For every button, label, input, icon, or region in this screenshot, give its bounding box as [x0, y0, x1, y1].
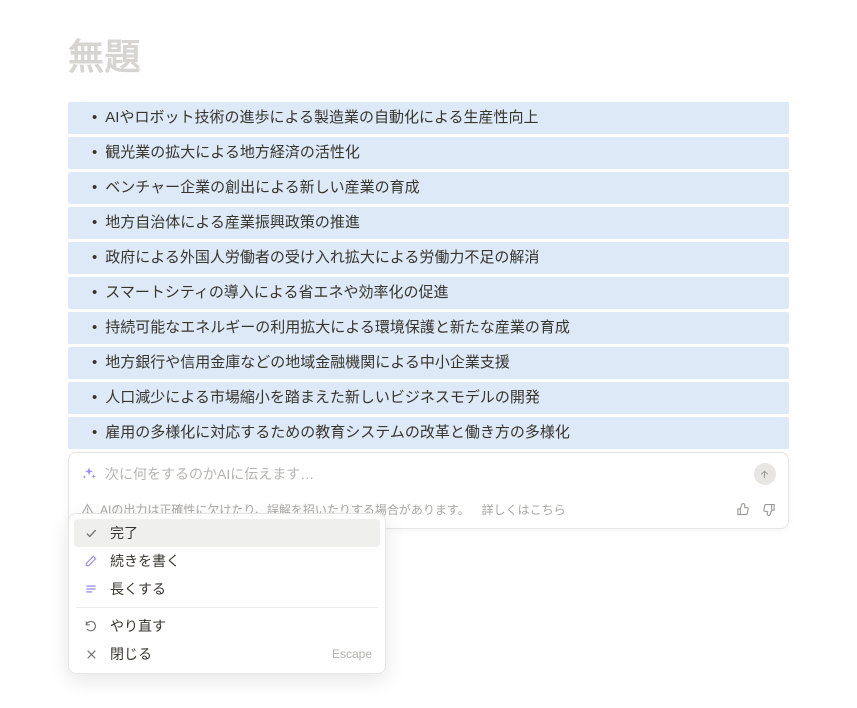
bullet-icon: •	[92, 316, 97, 340]
bullet-icon: •	[92, 176, 97, 200]
bullet-text: 政府による外国人労働者の受け入れ拡大による労働力不足の解消	[105, 246, 539, 270]
ai-action-menu: 完了 続きを書く 長くする やり直す 閉じる Escape	[68, 513, 386, 674]
ai-learn-more-link[interactable]: 詳しくはこちら	[482, 501, 566, 518]
bullet-icon: •	[92, 386, 97, 410]
bullet-text: スマートシティの導入による省エネや効率化の促進	[105, 281, 448, 305]
menu-shortcut: Escape	[332, 647, 372, 661]
menu-item-label: 長くする	[110, 579, 166, 599]
list-item[interactable]: • ベンチャー企業の創出による新しい産業の育成	[68, 172, 789, 204]
ai-feedback	[736, 502, 776, 517]
bullet-text: AIやロボット技術の進歩による製造業の自動化による生産性向上	[105, 106, 538, 130]
list-item[interactable]: • 持続可能なエネルギーの利用拡大による環境保護と新たな産業の育成	[68, 312, 789, 344]
menu-item-retry[interactable]: やり直す	[74, 612, 380, 640]
pencil-icon	[82, 554, 100, 568]
bullet-text: 雇用の多様化に対応するための教育システムの改革と働き方の多様化	[105, 421, 570, 445]
thumbs-up-button[interactable]	[736, 502, 751, 517]
lines-icon	[82, 582, 100, 596]
bullet-text: 地方自治体による産業振興政策の推進	[105, 211, 360, 235]
list-item[interactable]: • 地方自治体による産業振興政策の推進	[68, 207, 789, 239]
bullet-icon: •	[92, 141, 97, 165]
close-icon	[82, 648, 100, 661]
list-item[interactable]: • スマートシティの導入による省エネや効率化の促進	[68, 277, 789, 309]
check-icon	[82, 526, 100, 540]
menu-item-label: やり直す	[110, 616, 166, 636]
menu-item-longer[interactable]: 長くする	[74, 575, 380, 603]
menu-item-label: 完了	[110, 523, 138, 543]
ai-input[interactable]	[105, 466, 754, 482]
menu-item-continue[interactable]: 続きを書く	[74, 547, 380, 575]
thumbs-down-button[interactable]	[761, 502, 776, 517]
menu-separator	[76, 607, 378, 608]
bullet-icon: •	[92, 106, 97, 130]
bullet-icon: •	[92, 211, 97, 235]
list-item[interactable]: • 観光業の拡大による地方経済の活性化	[68, 137, 789, 169]
list-item[interactable]: • AIやロボット技術の進歩による製造業の自動化による生産性向上	[68, 102, 789, 134]
bullet-icon: •	[92, 246, 97, 270]
bullet-text: 観光業の拡大による地方経済の活性化	[105, 141, 360, 165]
ai-input-row	[69, 453, 788, 493]
sparkle-icon	[81, 466, 97, 482]
bullet-text: 持続可能なエネルギーの利用拡大による環境保護と新たな産業の育成	[105, 316, 570, 340]
bullet-icon: •	[92, 351, 97, 375]
bullet-icon: •	[92, 421, 97, 445]
list-item[interactable]: • 雇用の多様化に対応するための教育システムの改革と働き方の多様化	[68, 417, 789, 449]
menu-item-label: 閉じる	[110, 644, 152, 664]
menu-item-done[interactable]: 完了	[74, 519, 380, 547]
bullet-text: 人口減少による市場縮小を踏まえた新しいビジネスモデルの開発	[105, 386, 540, 410]
bullet-icon: •	[92, 281, 97, 305]
menu-item-label: 続きを書く	[110, 551, 180, 571]
send-button[interactable]	[754, 463, 776, 485]
list-item[interactable]: • 地方銀行や信用金庫などの地域金融機関による中小企業支援	[68, 347, 789, 379]
retry-icon	[82, 619, 100, 633]
page-title[interactable]: 無題	[68, 28, 789, 80]
list-item[interactable]: • 人口減少による市場縮小を踏まえた新しいビジネスモデルの開発	[68, 382, 789, 414]
bullet-text: ベンチャー企業の創出による新しい産業の育成	[105, 176, 419, 200]
menu-item-close[interactable]: 閉じる Escape	[74, 640, 380, 668]
bullet-list: • AIやロボット技術の進歩による製造業の自動化による生産性向上 • 観光業の拡…	[68, 102, 789, 449]
list-item[interactable]: • 政府による外国人労働者の受け入れ拡大による労働力不足の解消	[68, 242, 789, 274]
bullet-text: 地方銀行や信用金庫などの地域金融機関による中小企業支援	[105, 351, 510, 375]
